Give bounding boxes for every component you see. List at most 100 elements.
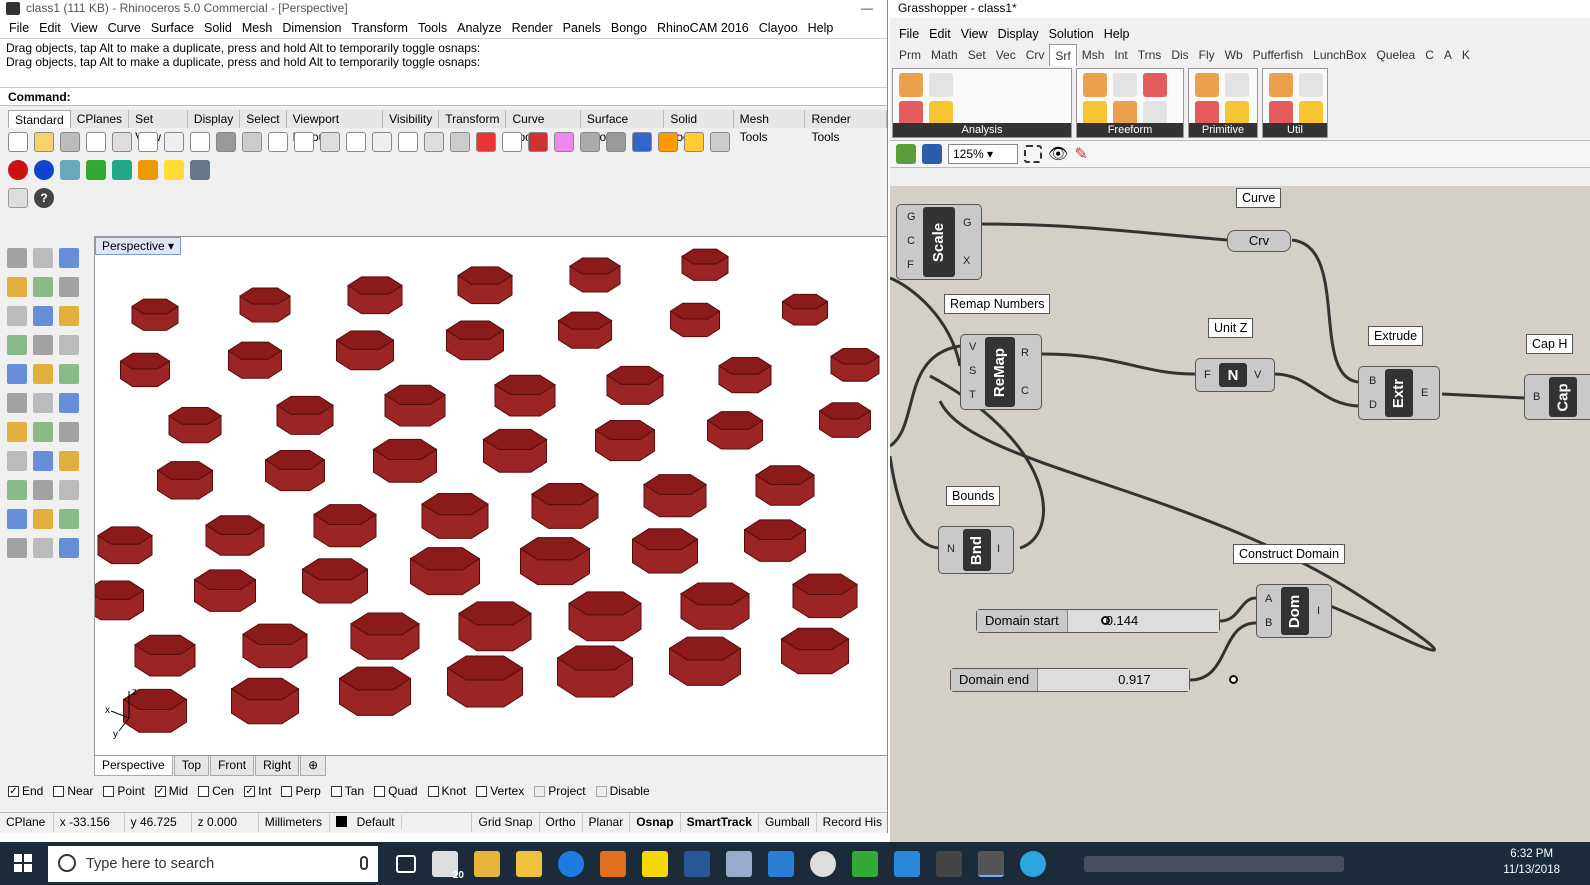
hex-prism[interactable]: [568, 591, 642, 642]
task-view-icon[interactable]: [396, 854, 416, 873]
help-icon[interactable]: ?: [34, 188, 54, 208]
rhino-menu-transform[interactable]: Transform: [346, 18, 413, 38]
left-tool-30-icon[interactable]: [59, 509, 79, 529]
hex-prism[interactable]: [97, 526, 153, 565]
domain-output-i[interactable]: I: [1317, 605, 1320, 617]
toolbar-tab-surface-tools[interactable]: Surface Tools: [580, 110, 665, 144]
gh-menu-solution[interactable]: Solution: [1044, 24, 1099, 44]
osnap-mid-checkbox[interactable]: ✓: [154, 785, 166, 797]
rhino-menu-bongo[interactable]: Bongo: [606, 18, 652, 38]
gh-tab-crv[interactable]: Crv: [1021, 44, 1050, 66]
gh-util-tool-4-icon[interactable]: [1299, 101, 1323, 125]
left-tool-7-icon[interactable]: [7, 306, 27, 326]
left-tool-33-icon[interactable]: [59, 538, 79, 558]
gh-analysis-tool-1-icon[interactable]: [899, 73, 923, 97]
gh-tab-srf[interactable]: Srf: [1049, 44, 1077, 66]
left-tool-8-icon[interactable]: [33, 306, 53, 326]
hex-prism[interactable]: [347, 276, 403, 315]
hex-prism[interactable]: [313, 504, 377, 548]
gh-menu-file[interactable]: File: [894, 24, 924, 44]
standard-tool-4-icon[interactable]: [86, 132, 106, 152]
osnap-end[interactable]: ✓ End: [8, 784, 43, 798]
taskbar-clock[interactable]: 6:32 PM 11/13/2018: [1503, 846, 1560, 878]
record-history-toggle[interactable]: Record His: [817, 813, 887, 832]
standard-tool-13-icon[interactable]: [320, 132, 340, 152]
left-tool-3-icon[interactable]: [59, 248, 79, 268]
hex-prism[interactable]: [606, 365, 664, 405]
left-tool-2-icon[interactable]: [33, 248, 53, 268]
hex-prism[interactable]: [350, 612, 420, 660]
gh-analysis-tool-3-icon[interactable]: [899, 101, 923, 125]
sticky-notes-icon[interactable]: [642, 850, 668, 877]
hex-prism[interactable]: [718, 356, 772, 394]
gh-util-tool-2-icon[interactable]: [1299, 73, 1323, 97]
left-tool-29-icon[interactable]: [33, 509, 53, 529]
left-tool-27-icon[interactable]: [59, 480, 79, 500]
rhino-menu-mesh[interactable]: Mesh: [237, 18, 278, 38]
gh-freeform-tool-2-icon[interactable]: [1113, 73, 1137, 97]
domain-start-track[interactable]: 0.144: [1067, 610, 1219, 632]
left-tool-5-icon[interactable]: [33, 277, 53, 297]
cap-input-b[interactable]: B: [1533, 391, 1540, 403]
gh-menu-help[interactable]: Help: [1099, 24, 1135, 44]
file-explorer-icon[interactable]: [516, 850, 542, 877]
render-tool-3-icon[interactable]: [60, 160, 80, 180]
hex-prism[interactable]: [446, 655, 524, 708]
left-tool-14-icon[interactable]: [33, 364, 53, 384]
toolbar-tab-set-view[interactable]: Set View: [129, 110, 188, 144]
gh-tab-quelea[interactable]: Quelea: [1372, 44, 1421, 66]
hex-prism[interactable]: [557, 311, 613, 349]
gh-tab-pufferfish[interactable]: Pufferfish: [1248, 44, 1308, 66]
toolbar-tab-cplanes[interactable]: CPlanes: [70, 110, 130, 128]
hex-prism[interactable]: [781, 293, 829, 326]
left-tool-25-icon[interactable]: [7, 480, 27, 500]
standard-tool-11-icon[interactable]: [268, 132, 288, 152]
app-green-icon[interactable]: [852, 850, 878, 877]
osnap-quad-checkbox[interactable]: [374, 785, 386, 797]
hex-prism[interactable]: [669, 302, 721, 338]
gh-analysis-tool-2-icon[interactable]: [929, 73, 953, 97]
render-tool-6-icon[interactable]: [138, 160, 158, 180]
toolbar-tab-curve-tools[interactable]: Curve Tools: [506, 110, 581, 144]
standard-tool-23-icon[interactable]: [580, 132, 600, 152]
gh-primitive-tool-2-icon[interactable]: [1225, 73, 1249, 97]
unitz-output-v[interactable]: V: [1254, 369, 1261, 381]
osnap-perp[interactable]: Perp: [281, 784, 321, 798]
store-icon[interactable]: [474, 850, 500, 877]
preview-eye-icon[interactable]: 👁: [1048, 144, 1068, 164]
pen-tool-icon[interactable]: [8, 188, 28, 208]
left-tool-1-icon[interactable]: [7, 248, 27, 268]
gh-tab-wb[interactable]: Wb: [1220, 44, 1248, 66]
app-blue-icon[interactable]: [726, 850, 752, 877]
rhino-menu-file[interactable]: File: [4, 18, 34, 38]
standard-tool-22-icon[interactable]: [554, 132, 574, 152]
remap-input-s[interactable]: S: [969, 365, 976, 377]
gh-tab-trns[interactable]: Trns: [1133, 44, 1167, 66]
left-tool-12-icon[interactable]: [59, 335, 79, 355]
osnap-point-checkbox[interactable]: [103, 785, 115, 797]
render-tool-5-icon[interactable]: [112, 160, 132, 180]
left-tool-21-icon[interactable]: [59, 422, 79, 442]
domain-end-track[interactable]: 0.917: [1038, 669, 1239, 691]
gh-tab-a[interactable]: A: [1439, 44, 1457, 66]
gh-primitive-tool-1-icon[interactable]: [1195, 73, 1219, 97]
left-tool-23-icon[interactable]: [33, 451, 53, 471]
open-file-icon[interactable]: [896, 144, 916, 164]
bounds-input-n[interactable]: N: [947, 543, 955, 555]
hex-prism[interactable]: [205, 515, 265, 556]
scale-input-g[interactable]: G: [907, 211, 916, 223]
scale-component[interactable]: G C F Scale G X: [896, 204, 982, 280]
toolbar-tab-standard[interactable]: Standard: [8, 110, 71, 128]
extrude-component[interactable]: B D Extr E: [1358, 366, 1440, 420]
standard-tool-16-icon[interactable]: [398, 132, 418, 152]
bounds-output-i[interactable]: I: [997, 543, 1000, 555]
toolbar-tab-render-tools[interactable]: Render Tools: [805, 110, 887, 144]
rhino-menu-dimension[interactable]: Dimension: [277, 18, 346, 38]
hex-prism[interactable]: [384, 384, 446, 427]
hex-prism[interactable]: [156, 461, 214, 500]
render-tool-8-icon[interactable]: [190, 160, 210, 180]
hex-prism[interactable]: [119, 352, 171, 388]
cap-component[interactable]: B Cap: [1524, 374, 1590, 420]
gh-tab-prm[interactable]: Prm: [894, 44, 926, 66]
hex-prism[interactable]: [643, 474, 707, 518]
